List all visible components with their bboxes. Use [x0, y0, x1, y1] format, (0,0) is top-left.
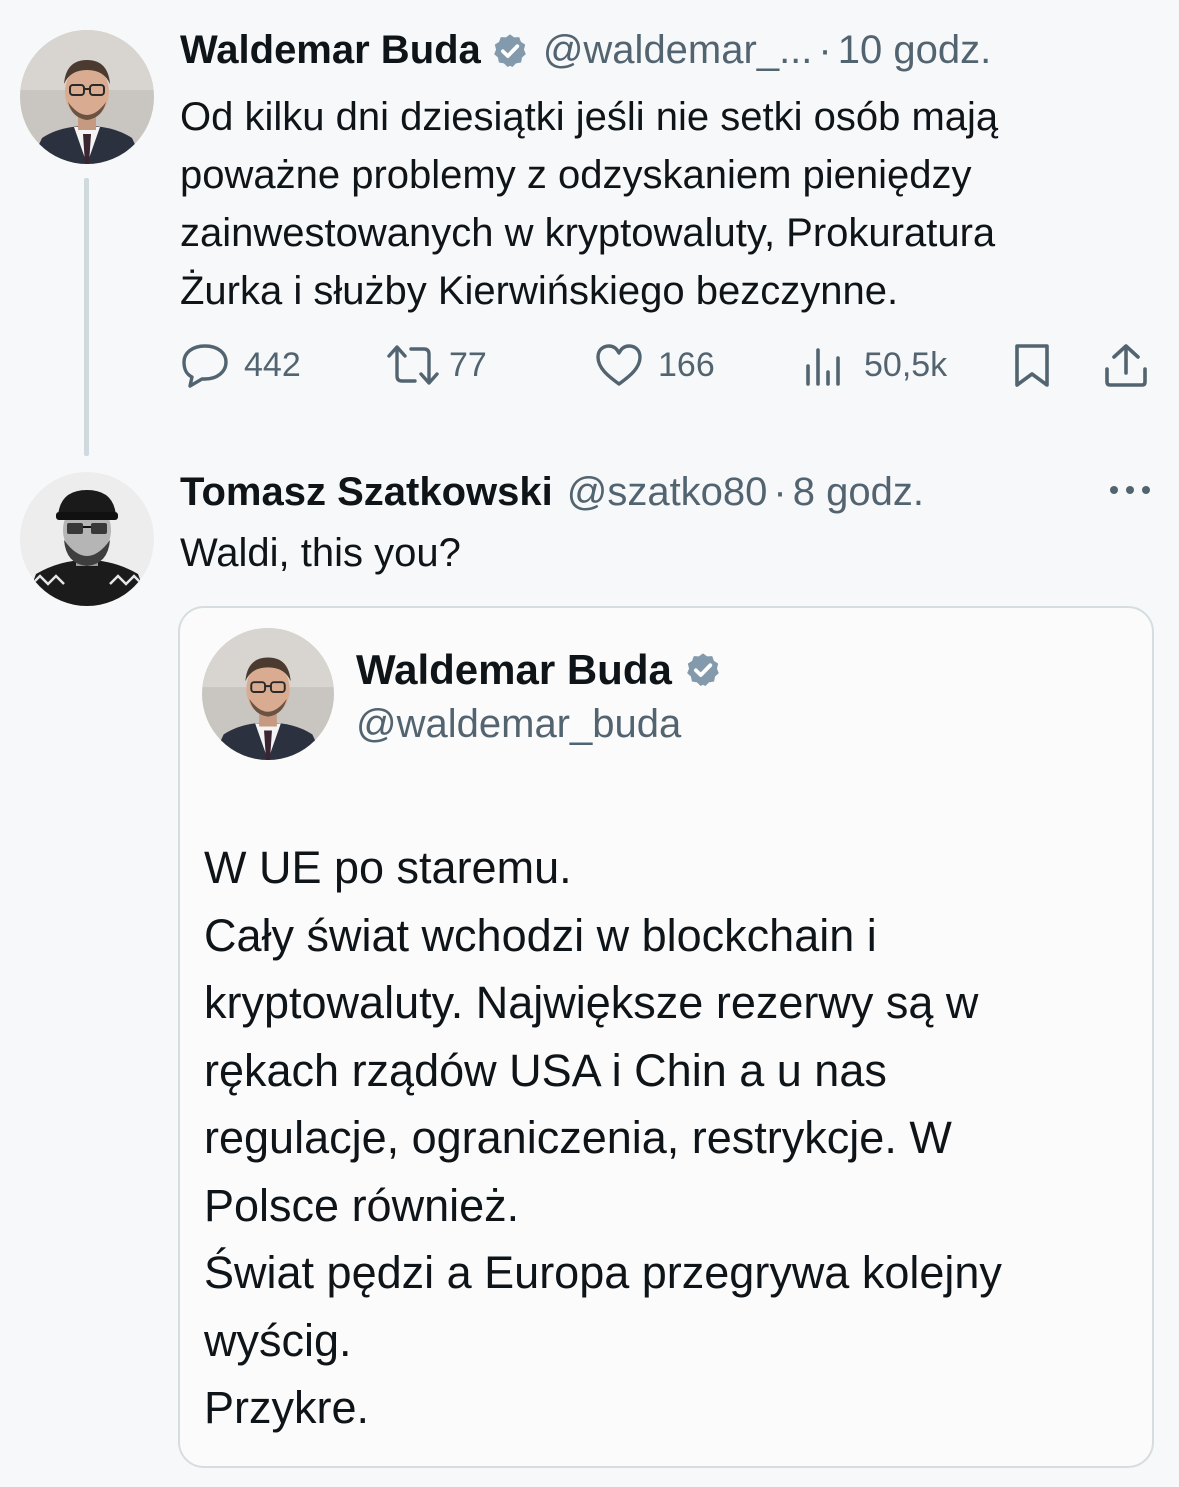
like-button[interactable]: 166: [594, 342, 715, 388]
like-count: 166: [658, 345, 715, 384]
verified-badge-icon: [684, 651, 722, 689]
reply-tweet-header: Tomasz Szatkowski @szatko80 · 8 godz.: [180, 470, 924, 515]
views-button[interactable]: 50,5k: [802, 342, 947, 388]
avatar-tomasz-szatkowski[interactable]: [20, 472, 154, 606]
quoted-tweet-text: W UE po staremu. Cały świat wchodzi w bl…: [204, 842, 1002, 1433]
original-tweet-text: Od kilku dni dziesiątki jeśli nie setki …: [180, 95, 999, 313]
thread-connector-line: [84, 178, 89, 456]
share-button[interactable]: [1102, 342, 1150, 388]
quoted-tweet-card[interactable]: Waldemar Buda @waldemar_buda W UE po sta…: [178, 606, 1154, 1468]
quoted-author-handle[interactable]: @waldemar_buda: [356, 702, 681, 747]
quoted-author-name-row: Waldemar Buda: [356, 646, 736, 694]
tweet-timestamp[interactable]: 8 godz.: [793, 470, 924, 515]
more-options-icon[interactable]: [1108, 480, 1152, 500]
author-name[interactable]: Waldemar Buda: [180, 28, 481, 73]
reply-tweet-text: Waldi, this you?: [180, 531, 461, 575]
views-count: 50,5k: [864, 345, 948, 384]
retweet-button[interactable]: 77: [385, 342, 487, 388]
tweet-action-bar: 442 77 166 50,5k: [180, 342, 1155, 392]
separator-dot: ·: [818, 28, 832, 72]
share-icon: [1102, 342, 1150, 388]
quoted-author-name[interactable]: Waldemar Buda: [356, 646, 672, 694]
tweet-timestamp[interactable]: 10 godz.: [838, 28, 991, 73]
reply-button[interactable]: 442: [180, 342, 301, 388]
avatar-waldemar-buda[interactable]: [202, 628, 334, 760]
avatar-waldemar-buda[interactable]: [20, 30, 154, 164]
bookmark-icon: [1010, 342, 1054, 388]
verified-badge-icon: [491, 32, 529, 70]
author-handle[interactable]: @szatko80: [567, 470, 768, 515]
author-handle[interactable]: @waldemar_...: [543, 28, 813, 73]
retweet-icon: [385, 342, 441, 388]
reply-icon: [180, 342, 230, 388]
tweet-thread-screenshot: Waldemar Buda @waldemar_... · 10 godz. O…: [0, 0, 1179, 1487]
author-name[interactable]: Tomasz Szatkowski: [180, 470, 553, 515]
bookmark-button[interactable]: [1010, 342, 1054, 388]
heart-icon: [594, 342, 644, 388]
views-icon: [802, 342, 846, 388]
retweet-count: 77: [449, 345, 487, 384]
original-tweet-header: Waldemar Buda @waldemar_... · 10 godz.: [180, 28, 991, 73]
separator-dot: ·: [773, 470, 787, 514]
reply-count: 442: [244, 345, 301, 384]
